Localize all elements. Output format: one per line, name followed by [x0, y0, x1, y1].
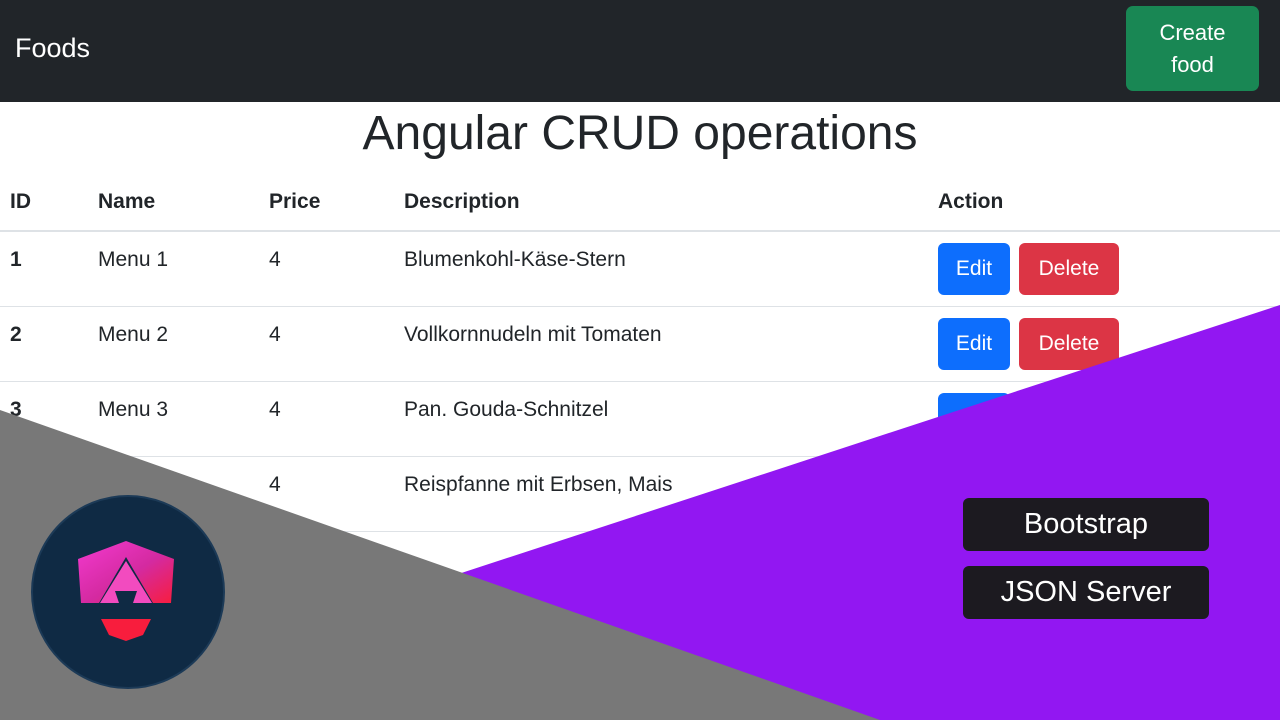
- json-server-badge: JSON Server: [963, 566, 1209, 619]
- bootstrap-badge: Bootstrap: [963, 498, 1209, 551]
- angular-logo-icon: [78, 541, 174, 641]
